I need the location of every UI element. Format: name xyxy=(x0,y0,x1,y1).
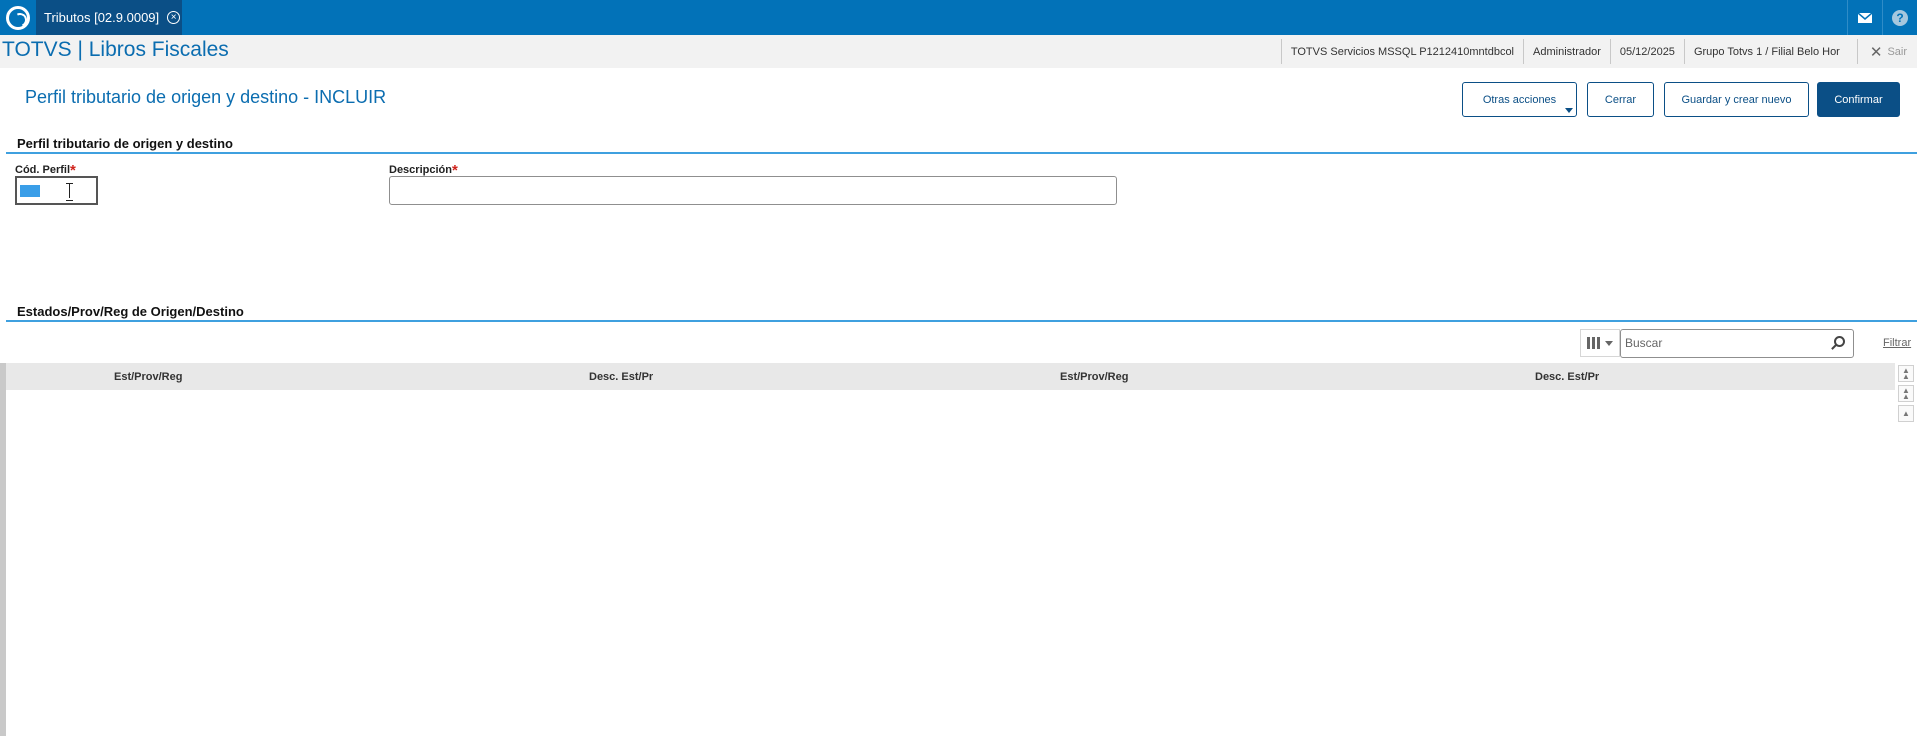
search-icon[interactable] xyxy=(1834,336,1845,347)
more-actions-button[interactable]: Otras acciones xyxy=(1462,82,1577,117)
close-button[interactable]: Cerrar xyxy=(1587,82,1654,117)
save-and-new-button[interactable]: Guardar y crear nuevo xyxy=(1664,82,1809,117)
help-icon[interactable]: ? xyxy=(1882,0,1917,35)
exit-label: Sair xyxy=(1887,45,1907,58)
columns-icon xyxy=(1587,337,1600,349)
session-info: TOTVS Servicios MSSQL P1212410mntdbcol A… xyxy=(1280,39,1917,64)
tab-label: Tributos [02.9.0009] xyxy=(44,10,160,25)
column-header-state-destination[interactable]: Est/Prov/Reg xyxy=(1060,371,1128,383)
columns-button[interactable] xyxy=(1580,329,1620,357)
grid-header: Est/Prov/Reg Desc. Est/Pr Est/Prov/Reg D… xyxy=(6,363,1895,390)
close-icon[interactable]: × xyxy=(167,11,181,24)
text-selection xyxy=(20,185,40,197)
app-title: TOTVS | Libros Fiscales xyxy=(2,38,229,61)
close-icon: ✕ xyxy=(1869,43,1883,61)
chevron-down-icon xyxy=(1605,340,1613,346)
column-header-desc-destination[interactable]: Desc. Est/Pr xyxy=(1535,371,1599,383)
description-field[interactable] xyxy=(389,176,1117,205)
chevron-down-icon xyxy=(1565,108,1573,113)
scroll-up-icon[interactable]: ▲ xyxy=(1898,405,1914,422)
info-bar: TOTVS | Libros Fiscales TOTVS Servicios … xyxy=(0,35,1917,68)
text-cursor-icon xyxy=(66,183,74,201)
section-divider xyxy=(6,152,1917,154)
date-label: 05/12/2025 xyxy=(1609,39,1684,64)
filter-link[interactable]: Filtrar xyxy=(1883,337,1911,349)
top-bar: Tributos [02.9.0009] × ? xyxy=(0,0,1917,35)
column-header-desc-origin[interactable]: Desc. Est/Pr xyxy=(589,371,653,383)
branch-label: Grupo Totvs 1 / Filial Belo Hor xyxy=(1683,39,1849,64)
scroll-page-up-icon[interactable]: ▲ ▲ xyxy=(1898,385,1914,402)
column-header-state-origin[interactable]: Est/Prov/Reg xyxy=(114,371,182,383)
page-title: Perfil tributario de origen y destino - … xyxy=(25,87,387,107)
top-icons: ? xyxy=(1847,0,1917,35)
confirm-button[interactable]: Confirmar xyxy=(1817,82,1900,117)
mail-icon[interactable] xyxy=(1847,0,1882,35)
search-box xyxy=(1620,329,1854,358)
scroll-top-icon[interactable]: ▲ ▲ xyxy=(1898,365,1914,382)
search-input[interactable] xyxy=(1625,336,1825,350)
section-divider xyxy=(6,320,1917,322)
left-border xyxy=(0,363,6,736)
grid-scroll-controls: ▲ ▲ ▲ ▲ ▲ xyxy=(1898,365,1916,422)
app-logo-icon[interactable] xyxy=(0,0,35,35)
tab-tributos[interactable]: Tributos [02.9.0009] × xyxy=(36,0,182,35)
exit-button[interactable]: ✕ Sair xyxy=(1856,39,1917,64)
form-section-title: Perfil tributario de origen y destino xyxy=(17,136,233,151)
grid-section-title: Estados/Prov/Reg de Origen/Destino xyxy=(17,304,244,319)
environment-label: TOTVS Servicios MSSQL P1212410mntdbcol xyxy=(1280,39,1523,64)
code-field[interactable] xyxy=(15,176,98,205)
user-label: Administrador xyxy=(1523,39,1610,64)
